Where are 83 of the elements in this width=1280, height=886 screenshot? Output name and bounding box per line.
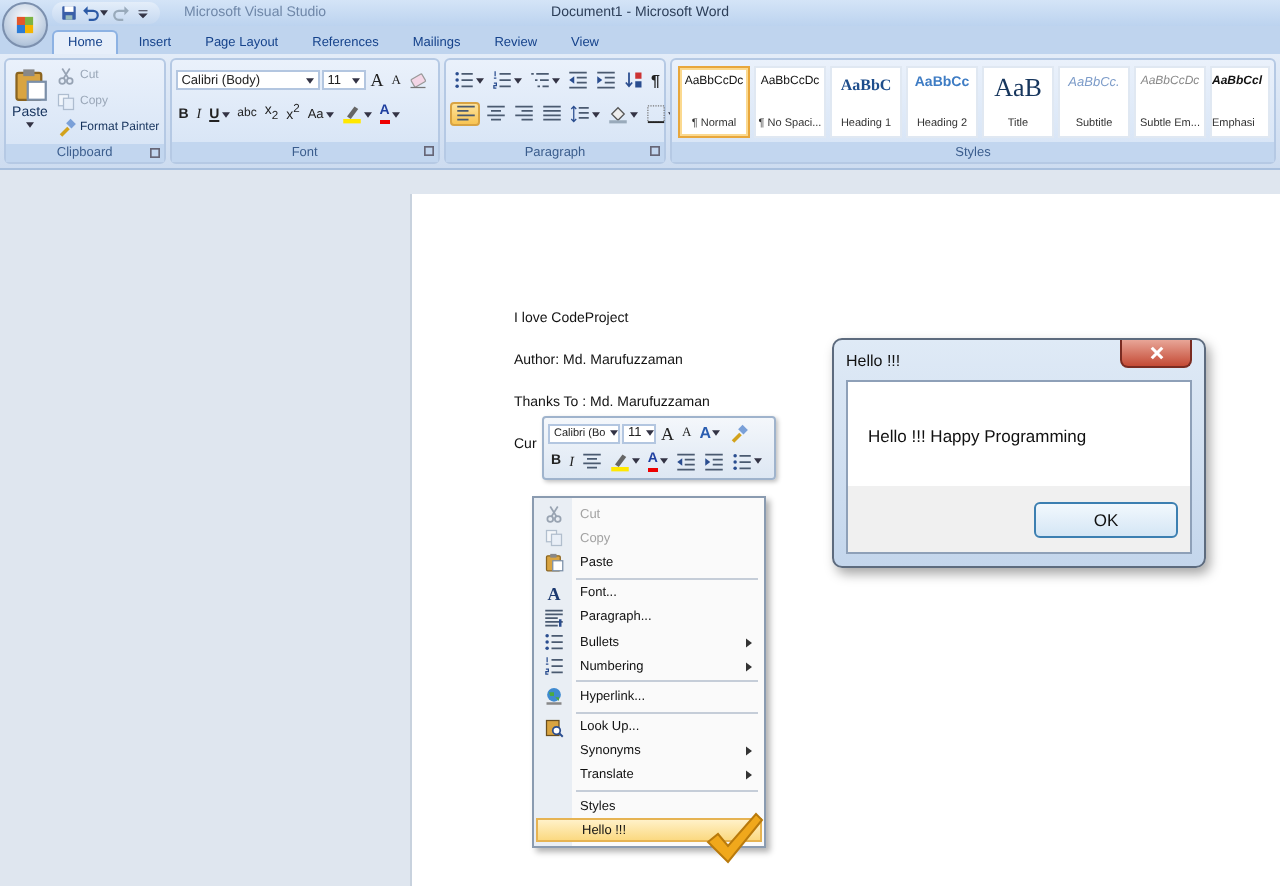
submenu-arrow-icon — [746, 637, 752, 648]
grow-button[interactable]: A — [658, 422, 677, 444]
caret-icon — [351, 77, 360, 83]
submenu-arrow-icon — [746, 770, 752, 781]
style-preview: AaB — [994, 76, 1042, 100]
style-preview: AaBbC — [840, 76, 892, 94]
align-left-button[interactable] — [450, 102, 480, 126]
caret-icon — [645, 430, 654, 436]
paste-icon — [12, 64, 48, 104]
dialog-title: Hello !!! — [846, 351, 901, 369]
launcher-icon[interactable] — [650, 146, 660, 156]
ok-button[interactable]: OK — [1034, 501, 1178, 537]
align-center-icon — [485, 104, 505, 124]
outdent-icon — [567, 70, 587, 90]
grow-button[interactable]: A — [367, 68, 387, 92]
submenu-arrow-icon — [746, 661, 752, 672]
globe-icon — [544, 686, 564, 707]
paragraph-icon — [544, 607, 564, 628]
align-right-button[interactable] — [510, 102, 536, 126]
bullets-icon — [453, 70, 473, 90]
logo-icon — [12, 12, 38, 38]
bullets-button[interactable] — [728, 450, 765, 472]
undo-button[interactable] — [82, 3, 108, 23]
pilcrow-button[interactable]: ¶ — [648, 68, 663, 92]
highlight-button[interactable] — [338, 102, 375, 126]
sort-button[interactable] — [620, 68, 646, 92]
launcher-icon[interactable] — [149, 148, 160, 158]
caret-icon — [26, 122, 34, 128]
submenu-arrow-icon — [746, 746, 752, 757]
align-left-icon — [455, 104, 475, 124]
numbering-icon — [491, 70, 511, 90]
shading-icon — [607, 104, 627, 124]
spacing-button[interactable] — [566, 102, 602, 126]
launcher-icon[interactable] — [424, 146, 434, 156]
dialog-message: Hello !!! Happy Programming — [868, 426, 1087, 446]
align-center-button[interactable] — [482, 102, 508, 126]
justify-icon — [541, 104, 561, 124]
borders-icon — [645, 104, 665, 124]
book-icon — [544, 717, 564, 738]
customize-icon — [134, 4, 152, 22]
shading-button[interactable] — [604, 102, 640, 126]
outdent-button[interactable] — [564, 68, 590, 92]
multilevel-button[interactable] — [526, 68, 562, 92]
indent-icon — [703, 451, 724, 471]
spacing-icon — [569, 104, 589, 124]
bullets-button[interactable] — [450, 68, 486, 92]
multilevel-icon — [529, 70, 549, 90]
align-right-icon — [513, 104, 533, 124]
save-icon — [60, 4, 78, 22]
align-center-icon — [581, 451, 602, 471]
check-icon — [704, 812, 764, 864]
outdent-button[interactable] — [672, 450, 699, 472]
close-button[interactable] — [1120, 340, 1192, 368]
font-icon: A — [547, 583, 561, 604]
bullets-icon — [544, 632, 564, 653]
outdent-icon — [675, 451, 696, 471]
styles-button[interactable]: A — [696, 422, 724, 444]
caret-icon — [305, 77, 314, 83]
scissors-icon — [544, 504, 564, 525]
sort-icon — [623, 70, 643, 90]
align-center-button[interactable] — [578, 450, 605, 472]
redo-icon — [112, 4, 130, 22]
highlight-icon — [341, 104, 362, 124]
indent-button[interactable] — [592, 68, 618, 92]
scissors-icon — [56, 66, 76, 86]
caret-icon — [609, 430, 618, 436]
numbering-button[interactable] — [488, 68, 524, 92]
close-icon — [1149, 346, 1163, 360]
numbering-icon — [544, 656, 564, 677]
save-button[interactable] — [60, 3, 78, 23]
copy-icon — [56, 92, 76, 112]
highlight-icon — [609, 451, 630, 471]
bullets-icon — [731, 451, 752, 471]
indent-icon — [595, 70, 615, 90]
justify-button[interactable] — [538, 102, 564, 126]
clear-icon — [408, 70, 429, 90]
indent-button[interactable] — [700, 450, 727, 472]
copy-icon — [544, 528, 564, 549]
brush-icon — [728, 423, 749, 443]
highlight-button[interactable] — [606, 450, 643, 472]
undo-icon — [82, 4, 100, 22]
paste-icon — [544, 552, 564, 573]
brush-icon — [56, 118, 76, 138]
